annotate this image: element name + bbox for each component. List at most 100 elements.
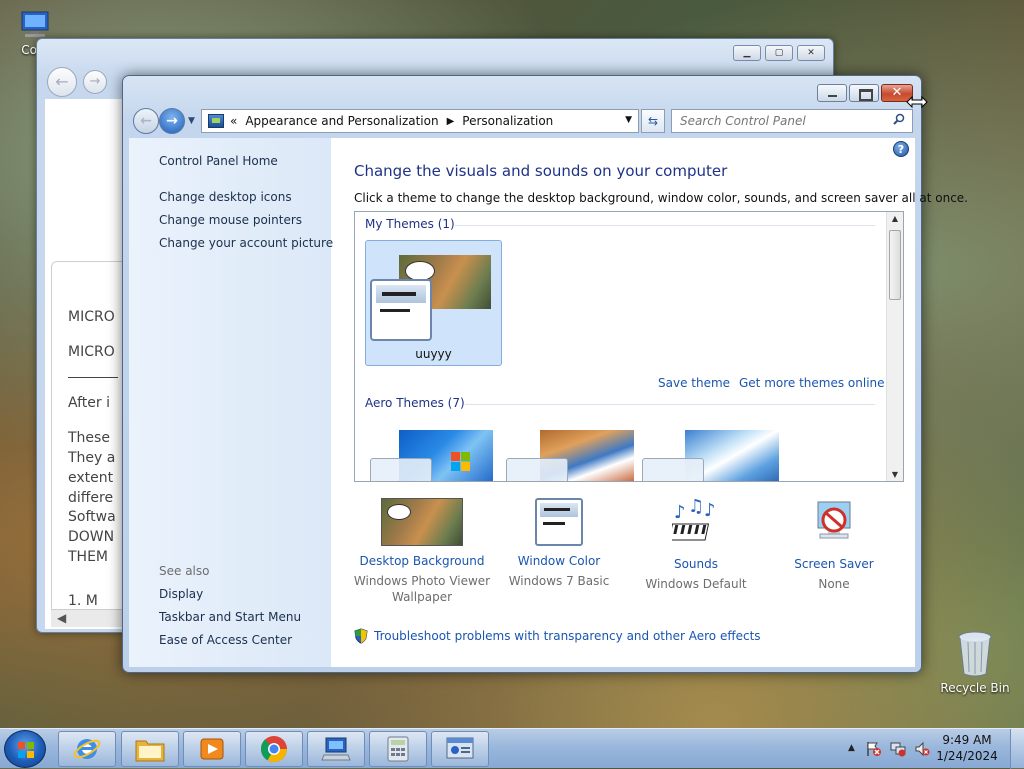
page-title: Change the visuals and sounds on your co… [354, 162, 728, 180]
show-desktop-button[interactable] [1010, 729, 1024, 769]
clock[interactable]: 9:49 AM 1/24/2024 [932, 732, 1002, 764]
theme-tile-uuyyy[interactable]: uuyyy [365, 240, 502, 366]
sounds-item[interactable]: ♪ ♫ ♪ Sounds Windows Default [626, 496, 766, 592]
background-close-button[interactable]: ✕ [797, 45, 825, 61]
network-icon[interactable] [890, 741, 906, 757]
aero-window-preview [370, 458, 432, 481]
background-horizontal-scrollbar[interactable]: ◀ [51, 609, 131, 627]
taskbar-calculator[interactable] [369, 731, 427, 767]
link-control-panel-home[interactable]: Control Panel Home [159, 154, 278, 168]
search-input[interactable] [671, 109, 913, 133]
doc-line: MICRO [68, 309, 115, 325]
themes-list[interactable]: My Themes (1) uuyyy Save theme Get more … [354, 211, 904, 482]
resize-cursor-icon [906, 96, 928, 108]
background-nav: ← → [47, 67, 107, 97]
window-color-link[interactable]: Window Color [489, 554, 629, 568]
forward-button[interactable]: → [159, 108, 185, 134]
back-button[interactable]: ← [133, 108, 159, 134]
doc-line: extent [68, 470, 114, 486]
doc-line: They a [68, 450, 116, 466]
taskbar-media-player[interactable] [183, 731, 241, 767]
breadcrumb-personalization[interactable]: Personalization [462, 114, 553, 128]
scroll-up-icon[interactable]: ▲ [887, 214, 903, 223]
window-color-item[interactable]: Window Color Windows 7 Basic [489, 498, 629, 589]
window-color-value: Windows 7 Basic [508, 574, 610, 588]
troubleshoot-link[interactable]: Troubleshoot problems with transparency … [354, 628, 761, 644]
background-back-button[interactable]: ← [47, 67, 77, 97]
breadcrumb-separator-icon[interactable]: ▶ [447, 116, 455, 127]
control-panel-icon [321, 737, 351, 761]
themes-scrollbar[interactable]: ▲ ▼ [886, 212, 903, 481]
save-theme-link[interactable]: Save theme [658, 376, 730, 390]
background-window-controls: ▁ ▢ ✕ [733, 45, 825, 61]
window-body: Control Panel Home Change desktop icons … [129, 138, 968, 667]
troubleshoot-text[interactable]: Troubleshoot problems with transparency … [374, 629, 761, 643]
address-chevron[interactable]: « [230, 114, 237, 128]
screen-saver-value: None [818, 577, 850, 591]
internet-explorer-icon [73, 739, 101, 759]
sounds-link[interactable]: Sounds [626, 557, 766, 571]
taskbar-network-settings[interactable] [431, 731, 489, 767]
doc-line: After i [68, 395, 110, 411]
refresh-button[interactable]: ⇆ [641, 109, 665, 133]
my-themes-heading: My Themes (1) [365, 217, 455, 231]
link-ease-of-access[interactable]: Ease of Access Center [159, 633, 292, 647]
scroll-left-icon[interactable]: ◀ [57, 611, 66, 625]
navigation-bar: ← → ▼ « Appearance and Personalization ▶… [131, 108, 915, 134]
screen-saver-link[interactable]: Screen Saver [764, 557, 904, 571]
link-change-mouse-pointers[interactable]: Change mouse pointers [159, 213, 302, 227]
control-panel-icon [208, 114, 224, 128]
recent-pages-dropdown[interactable]: ▼ [188, 116, 195, 126]
link-taskbar-start-menu[interactable]: Taskbar and Start Menu [159, 610, 301, 624]
help-icon[interactable]: ? [893, 141, 909, 157]
search-icon[interactable] [893, 113, 905, 125]
address-bar[interactable]: « Appearance and Personalization ▶ Perso… [201, 109, 639, 133]
computer-icon [21, 11, 49, 37]
taskbar-chrome[interactable] [245, 731, 303, 767]
desktop-background-link[interactable]: Desktop Background [352, 554, 492, 568]
screen-saver-item[interactable]: Screen Saver None [764, 498, 904, 592]
scroll-thumb[interactable] [889, 230, 901, 300]
volume-muted-icon[interactable] [914, 741, 930, 757]
action-center-icon[interactable] [866, 741, 882, 757]
doc-rule [68, 377, 118, 378]
desktop-recycle-bin[interactable]: Recycle Bin [940, 630, 1010, 695]
taskbar-internet-explorer[interactable] [58, 731, 116, 767]
scroll-down-icon[interactable]: ▼ [887, 470, 903, 479]
link-change-account-picture[interactable]: Change your account picture [159, 236, 333, 250]
doc-line: These [68, 430, 110, 446]
network-settings-icon [446, 737, 474, 759]
see-also-heading: See also [159, 564, 210, 578]
media-player-icon [200, 738, 224, 760]
background-maximize-button[interactable]: ▢ [765, 45, 793, 61]
background-forward-button[interactable]: → [83, 70, 107, 94]
address-dropdown-icon[interactable]: ▼ [625, 115, 632, 125]
minimize-button[interactable] [817, 84, 847, 102]
speech-bubble-icon [405, 261, 435, 281]
background-minimize-button[interactable]: ▁ [733, 45, 761, 61]
desktop-background-value: Windows Photo Viewer Wallpaper [353, 574, 491, 604]
aero-themes-heading: Aero Themes (7) [365, 396, 465, 410]
group-divider [455, 225, 875, 226]
page-description: Click a theme to change the desktop back… [354, 191, 968, 205]
get-more-themes-link[interactable]: Get more themes online [739, 376, 885, 390]
chrome-icon [260, 736, 288, 763]
taskbar: ▲ 9:49 AM 1/24/2024 [0, 728, 1024, 769]
link-change-desktop-icons[interactable]: Change desktop icons [159, 190, 292, 204]
window-controls: ✕ [817, 84, 913, 102]
show-hidden-icons-icon[interactable]: ▲ [848, 743, 855, 753]
start-button[interactable] [4, 730, 46, 768]
windows-logo-icon [18, 742, 34, 758]
svg-text:♪: ♪ [704, 500, 716, 521]
calculator-icon [387, 736, 409, 762]
taskbar-file-explorer[interactable] [121, 731, 179, 767]
taskbar-control-panel[interactable] [307, 731, 365, 767]
link-display[interactable]: Display [159, 587, 203, 601]
maximize-button[interactable] [849, 84, 879, 102]
breadcrumb-appearance[interactable]: Appearance and Personalization [245, 114, 438, 128]
doc-line: 1. M [68, 593, 98, 609]
personalization-window[interactable]: ✕ ← → ▼ « Appearance and Personalization… [122, 75, 968, 673]
clock-date: 1/24/2024 [936, 749, 998, 763]
doc-line: THEM [68, 549, 109, 565]
desktop-background-item[interactable]: Desktop Background Windows Photo Viewer … [352, 498, 492, 605]
